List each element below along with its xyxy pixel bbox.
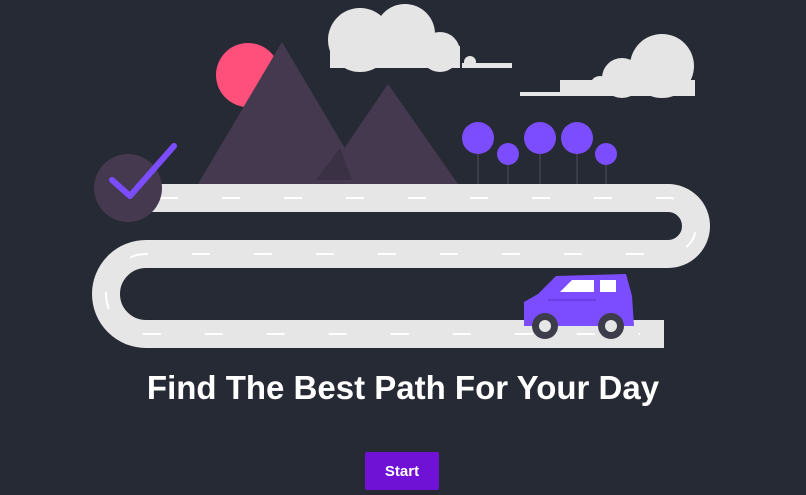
cloud-icon: [328, 4, 512, 72]
trees-icon: [462, 122, 617, 184]
landing-page: Find The Best Path For Your Day Start: [0, 0, 806, 495]
journey-illustration: [92, 4, 710, 348]
start-button[interactable]: Start: [365, 452, 439, 490]
cloud-icon: [520, 34, 695, 98]
hero-headline: Find The Best Path For Your Day: [146, 369, 660, 406]
